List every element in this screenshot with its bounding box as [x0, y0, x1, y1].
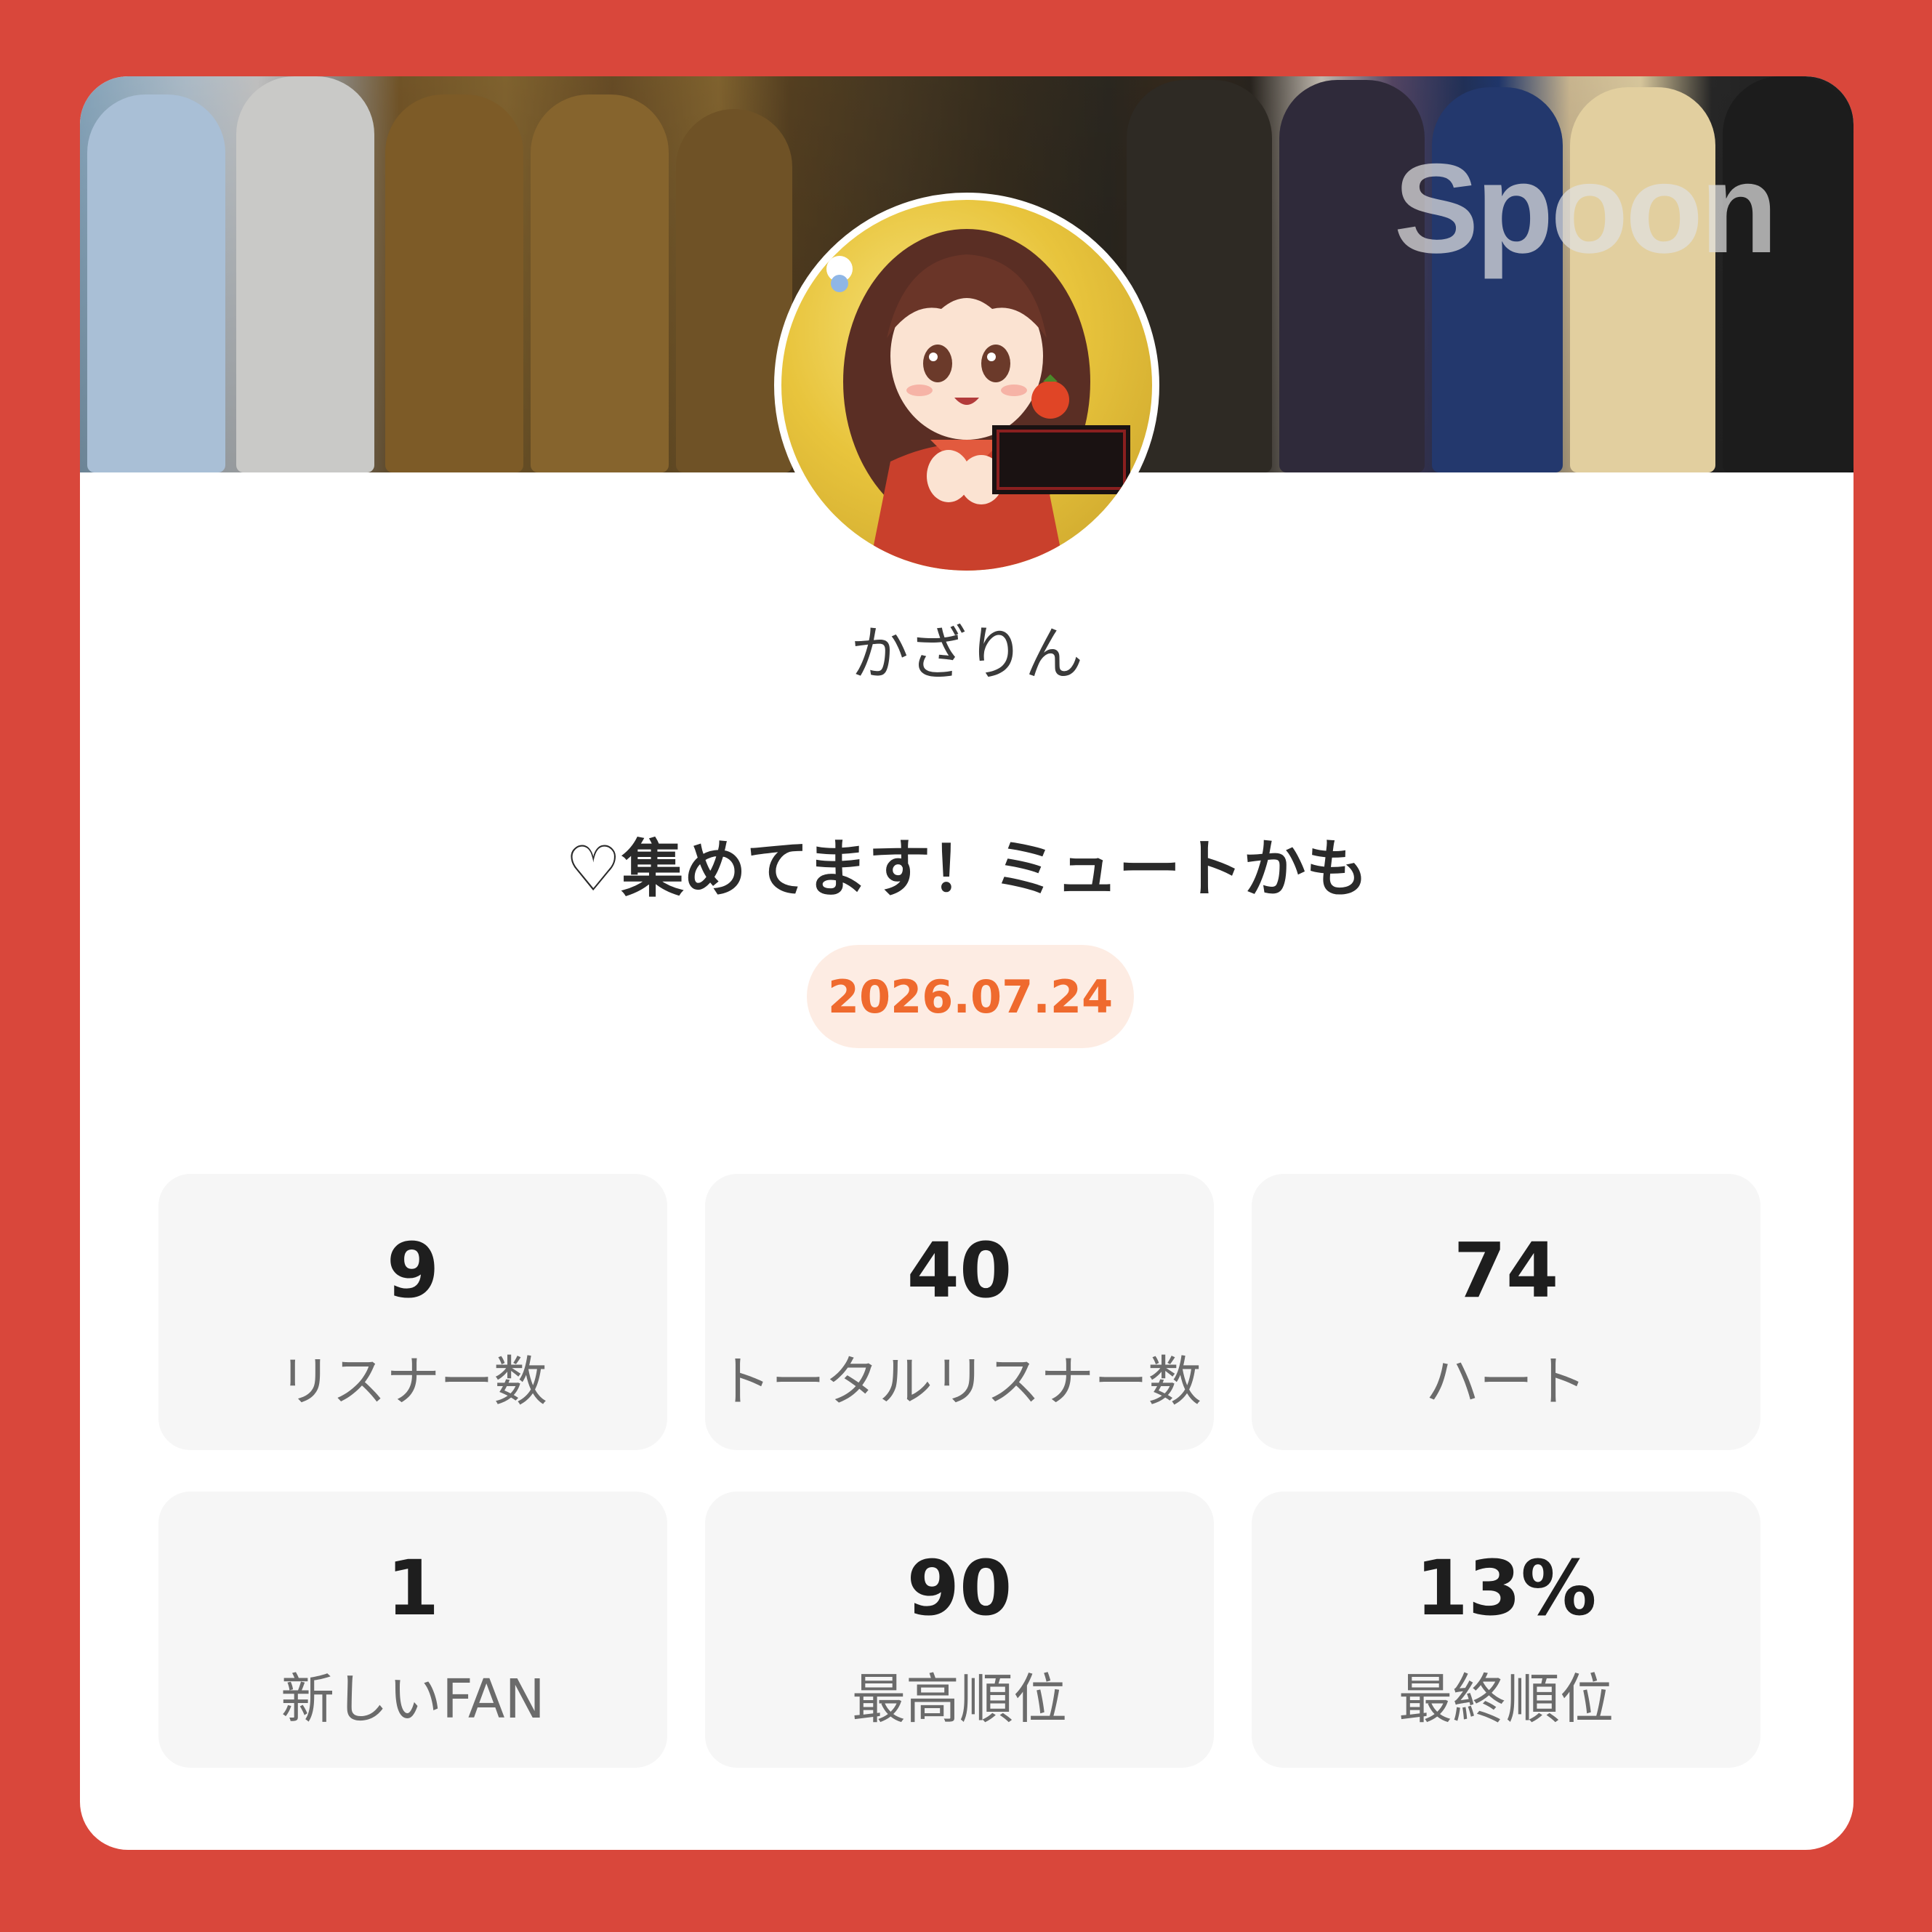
stat-label: トータルリスナー数: [717, 1351, 1202, 1413]
stat-label: リスナー数: [278, 1351, 547, 1413]
stat-label: 最終順位: [1398, 1668, 1614, 1731]
stat-value: 74: [1453, 1226, 1559, 1315]
avatar-illustration: [826, 229, 1130, 571]
stat-card-new-fans: 1 新しいFAN: [158, 1492, 667, 1768]
stat-value: 1: [386, 1544, 440, 1633]
stat-value: 9: [386, 1226, 440, 1315]
profile-card: Spoon かざりん ♡集めてます！ミュートかも 2026.07.24 9 リス…: [80, 76, 1853, 1850]
banner-figure: [676, 109, 792, 472]
broadcast-title: ♡集めてます！ミュートかも: [565, 833, 1369, 906]
stat-label: 新しいFAN: [281, 1668, 545, 1731]
date-text: 2026.07.24: [827, 970, 1114, 1023]
stat-label: 最高順位: [852, 1668, 1067, 1731]
banner-figure: [236, 76, 374, 472]
stat-card-listeners: 9 リスナー数: [158, 1174, 667, 1450]
stat-value: 13%: [1415, 1544, 1597, 1633]
stat-card-total-listeners: 40 トータルリスナー数: [705, 1174, 1214, 1450]
stat-card-final-rank: 13% 最終順位: [1252, 1492, 1760, 1768]
date-badge: 2026.07.24: [807, 945, 1134, 1048]
stat-value: 90: [906, 1544, 1013, 1633]
avatar[interactable]: [774, 193, 1159, 578]
stat-label: ハート: [1425, 1351, 1587, 1413]
banner-figure: [385, 94, 523, 472]
stat-card-highest-rank: 90 最高順位: [705, 1492, 1214, 1768]
stat-card-hearts: 74 ハート: [1252, 1174, 1760, 1450]
banner-figure: [87, 94, 225, 472]
username: かざりん: [850, 620, 1083, 688]
spoon-logo: Spoon: [1393, 138, 1778, 280]
stat-value: 40: [906, 1226, 1013, 1315]
banner-figure: [531, 94, 669, 472]
